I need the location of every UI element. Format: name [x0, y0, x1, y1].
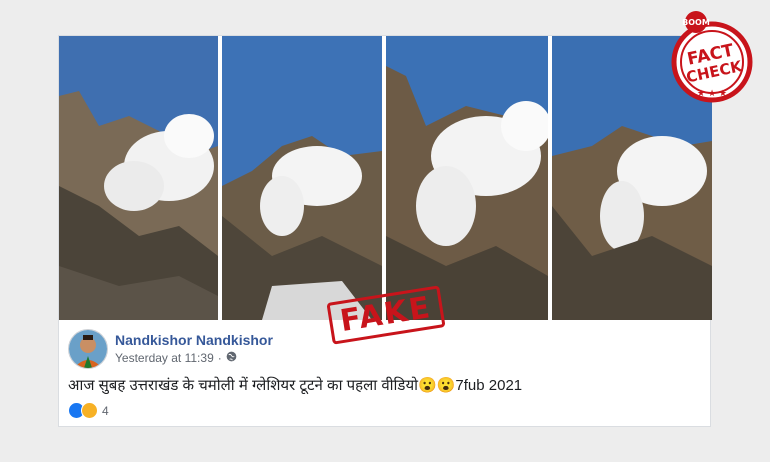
badge-top-text: BOOM	[682, 18, 710, 27]
video-frames	[59, 36, 712, 320]
author-name[interactable]: Nandkishor Nandkishor	[115, 332, 273, 348]
avatar[interactable]	[68, 329, 108, 369]
post-meta: Yesterday at 11:39 ·	[115, 351, 237, 365]
dot-separator: ·	[217, 351, 222, 365]
facebook-post-card: FAKE Nandkishor Nandkishor Yesterday at …	[58, 35, 712, 427]
reaction-count: 4	[102, 403, 109, 418]
video-frame-1[interactable]	[59, 36, 218, 320]
post-timestamp[interactable]: Yesterday at 11:39	[115, 351, 214, 365]
sad-icon	[81, 402, 98, 419]
fact-check-badge: BOOM FACT CHECK ★ ★ ★	[666, 10, 758, 106]
badge-stars: ★ ★ ★	[697, 89, 727, 99]
video-frame-3[interactable]	[386, 36, 548, 320]
post-text: आज सुबह उत्तराखंड के चमोली में ग्लेशियर …	[68, 377, 523, 394]
reactions-summary[interactable]: 4	[68, 402, 109, 419]
globe-icon[interactable]	[226, 351, 237, 365]
video-frame-2[interactable]	[222, 36, 382, 320]
